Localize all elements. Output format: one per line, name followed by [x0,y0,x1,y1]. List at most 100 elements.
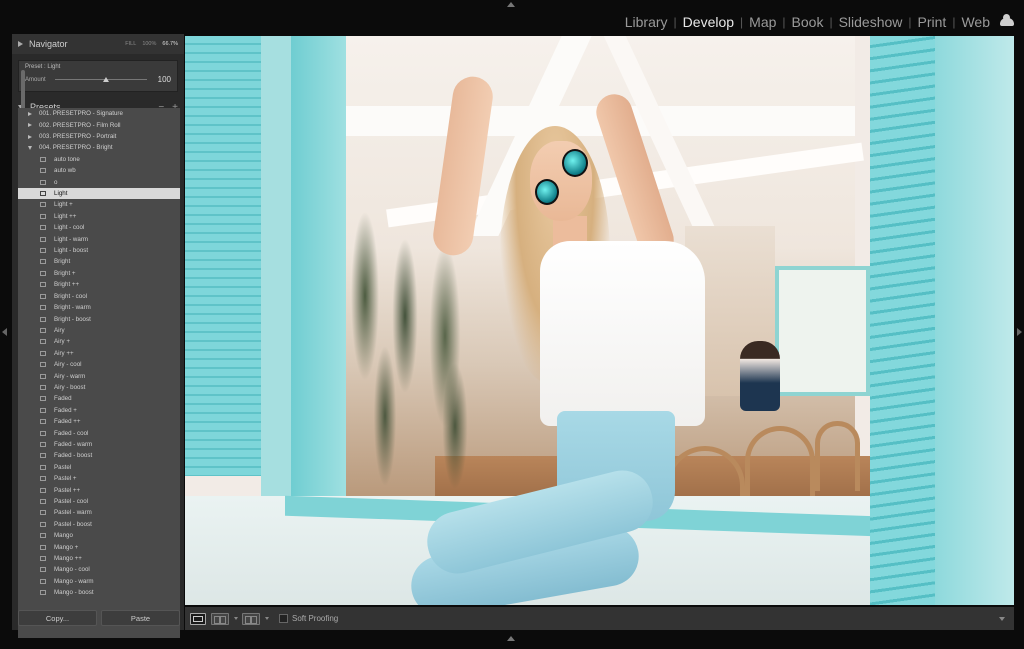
chevron-down-icon[interactable] [265,617,269,620]
chevron-down-icon [999,616,1005,621]
preset-item[interactable]: Airy ++ [18,348,180,359]
toolbar-menu-icon[interactable] [995,612,1009,626]
preset-icon [40,339,46,345]
preset-item[interactable]: Pastel - cool [18,496,180,507]
collapse-left-panel-icon[interactable] [2,328,7,336]
copy-button[interactable]: Copy... [18,610,97,626]
preset-item[interactable]: Faded - cool [18,427,180,438]
module-library[interactable]: Library [623,14,670,30]
preset-item[interactable]: Mango - warm [18,576,180,587]
preset-amount-box: Preset : Light Amount 100 [18,60,178,92]
preset-item[interactable]: Pastel ++ [18,484,180,495]
preset-item[interactable]: Pastel - boost [18,519,180,530]
preset-item[interactable]: Pastel - warm [18,507,180,518]
preset-item[interactable]: auto tone [18,154,180,165]
preset-item[interactable]: Faded ++ [18,416,180,427]
zoom-100[interactable]: 100% [142,41,156,47]
preset-item[interactable]: Mango - cool [18,564,180,575]
zoom-66[interactable]: 66.7% [162,41,178,47]
navigator-header[interactable]: Navigator FILL 100% 66.7% [12,34,184,54]
yy-view-icon[interactable] [242,612,260,625]
collapse-filmstrip-icon[interactable] [507,636,515,641]
preset-item[interactable]: Bright - warm [18,302,180,313]
preset-item[interactable]: Faded + [18,405,180,416]
preset-item[interactable]: Airy - cool [18,359,180,370]
preset-icon [40,396,46,402]
cloud-icon[interactable] [1000,14,1014,26]
preset-icon [40,293,46,299]
photo-canvas[interactable] [185,36,1014,605]
photo-sunglasses-lens [562,149,588,177]
preset-item-label: Light - cool [54,224,85,232]
folder-expanded-icon[interactable] [28,145,32,150]
zoom-fill[interactable]: FILL [125,41,136,47]
photo-right-shutter [870,36,935,605]
chevron-down-icon[interactable] [234,617,238,620]
preset-item[interactable]: Light ++ [18,211,180,222]
preset-item[interactable]: Bright [18,256,180,267]
module-web[interactable]: Web [959,14,992,30]
preset-item[interactable]: Light [18,187,180,200]
preset-item[interactable]: Bright + [18,268,180,279]
preset-item[interactable]: Light + [18,199,180,210]
preset-item[interactable]: Mango ++ [18,553,180,564]
folder-collapsed-icon[interactable] [28,123,32,128]
preset-item[interactable]: Airy [18,325,180,336]
preset-item[interactable]: Faded - boost [18,450,180,461]
before-after-view-icon[interactable] [211,612,229,625]
preset-item[interactable]: auto wb [18,165,180,176]
soft-proofing-checkbox[interactable] [279,614,288,623]
preset-icon [40,259,46,265]
collapse-right-panel-icon[interactable] [1017,328,1022,336]
preset-item[interactable]: Light - cool [18,222,180,233]
preset-icon [40,179,46,185]
preset-item[interactable]: o [18,176,180,187]
preset-folder-label: 003. PRESETPRO - Portrait [39,133,117,141]
preset-item[interactable]: Airy - warm [18,370,180,381]
preset-item[interactable]: Pastel + [18,473,180,484]
preset-item[interactable]: Faded [18,393,180,404]
preset-icon [40,350,46,356]
module-book[interactable]: Book [790,14,826,30]
module-map[interactable]: Map [747,14,778,30]
preset-item[interactable]: Mango + [18,541,180,552]
preset-item[interactable]: Bright - cool [18,291,180,302]
photo-woman-shirt [540,241,705,426]
preset-item-label: Mango [54,532,73,540]
amount-slider-thumb[interactable] [102,77,109,82]
collapse-top-panel-icon[interactable] [507,2,515,7]
module-develop[interactable]: Develop [681,14,736,30]
preset-item[interactable]: Light - warm [18,233,180,244]
preset-icon [40,419,46,425]
photo-sunglasses-lens [535,179,559,205]
paste-button[interactable]: Paste [101,610,180,626]
preset-item[interactable]: Faded - warm [18,439,180,450]
preset-folder[interactable]: 003. PRESETPRO - Portrait [18,131,180,142]
preset-icon [40,453,46,459]
preset-icon [40,510,46,516]
module-separator: | [952,15,956,29]
preset-icon [40,487,46,493]
preset-item[interactable]: Pastel [18,462,180,473]
preset-folder[interactable]: 001. PRESETPRO - Signature [18,108,180,119]
preset-item[interactable]: Mango [18,530,180,541]
preset-folder[interactable]: 002. PRESETPRO - Film Roll [18,119,180,130]
loupe-view-icon[interactable] [190,612,206,625]
preset-item-label: Faded ++ [54,418,81,426]
preset-item-label: Light - boost [54,247,89,255]
folder-collapsed-icon[interactable] [28,111,32,116]
module-slideshow[interactable]: Slideshow [837,14,905,30]
preset-folder[interactable]: 004. PRESETPRO - Bright [18,142,180,153]
module-print[interactable]: Print [916,14,949,30]
preset-item[interactable]: Airy - boost [18,382,180,393]
preset-item[interactable]: Bright - boost [18,313,180,324]
preset-item[interactable]: Airy + [18,336,180,347]
amount-slider[interactable] [55,77,147,82]
preset-item[interactable]: Mango - boost [18,587,180,598]
preset-item-label: Pastel + [54,475,77,483]
preset-item[interactable]: Bright ++ [18,279,180,290]
expand-triangle-icon[interactable] [18,41,23,47]
amount-value[interactable]: 100 [153,75,171,84]
folder-collapsed-icon[interactable] [28,134,32,139]
preset-item[interactable]: Light - boost [18,245,180,256]
